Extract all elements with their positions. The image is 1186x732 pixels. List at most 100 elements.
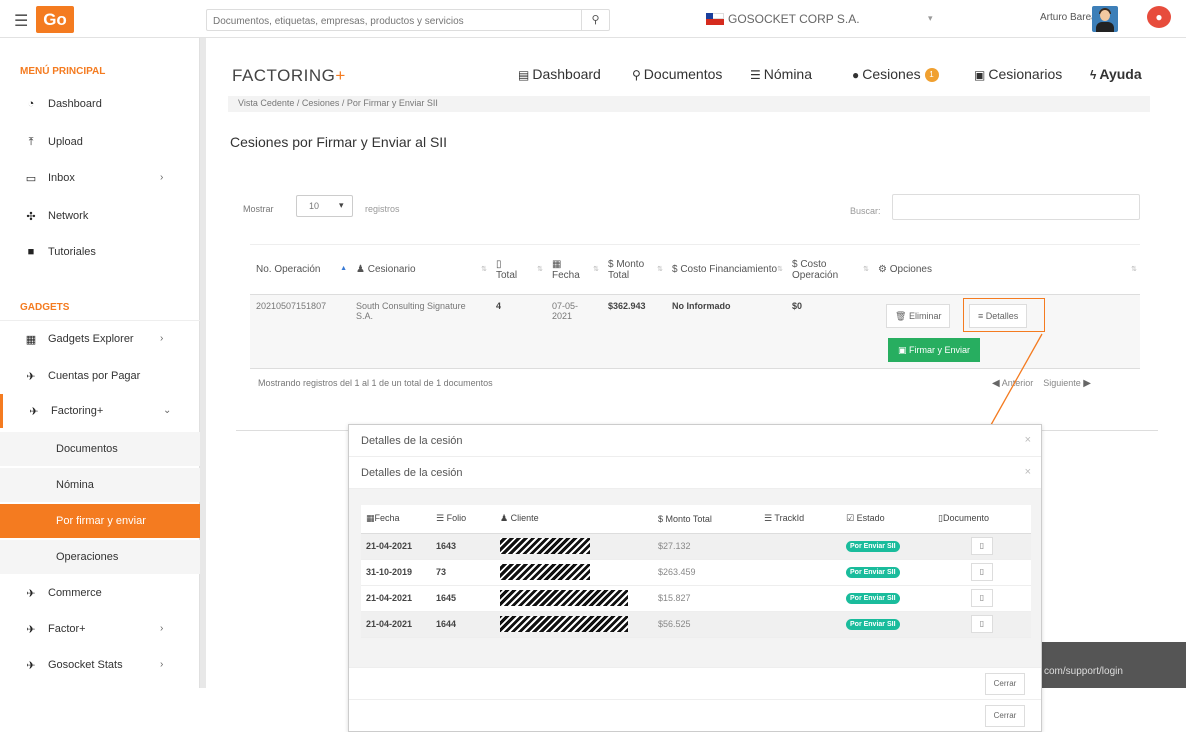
sidebar-item-factor[interactable]: ✈ Factor+ › xyxy=(0,612,200,646)
chevron-down-icon: ⌄ xyxy=(163,405,172,416)
modal-body: ▦Fecha ☰ Folio ♟ Cliente $ Monto Total ☰… xyxy=(349,489,1041,667)
list-icon: ☰ xyxy=(750,68,761,82)
nav-nomina[interactable]: ☰ Nómina xyxy=(750,66,812,82)
divider xyxy=(0,320,200,321)
check-circle-icon: ● xyxy=(852,68,860,82)
col-header[interactable]: $ Costo Operación ⇅ xyxy=(786,244,872,295)
document-icon[interactable]: ▯ xyxy=(971,589,993,607)
rocket-icon: ✈ xyxy=(26,624,36,636)
top-bar: ☰ Go ⚲ GOSOCKET CORP S.A. ▾ Arturo Barea… xyxy=(0,0,1186,38)
sidebar-item-network[interactable]: ✣ Network xyxy=(0,199,200,233)
sidebar-subitem-documentos[interactable]: Documentos xyxy=(0,432,200,466)
chile-flag-icon xyxy=(706,13,724,25)
col-header: ☑ Estado xyxy=(841,505,933,534)
sidebar-scrollbar[interactable] xyxy=(200,38,206,688)
sidebar-item-tutoriales[interactable]: ■ Tutoriales xyxy=(0,235,200,269)
table-row: 21-04-2021 1643 $27.132 Por Enviar SII ▯ xyxy=(361,533,1031,560)
table-info: Mostrando registros del 1 al 1 de un tot… xyxy=(258,378,493,388)
menu-icon[interactable]: ☰ xyxy=(14,11,28,31)
nav-ayuda[interactable]: ϟ Ayuda xyxy=(1090,66,1142,82)
sidebar-item-cuentas-por-pagar[interactable]: ✈ Cuentas por Pagar xyxy=(0,359,200,393)
redacted-client xyxy=(495,559,653,586)
network-icon: ✣ xyxy=(26,211,36,223)
filter-input[interactable] xyxy=(892,194,1140,220)
logo[interactable]: Go xyxy=(36,6,74,33)
sidebar-item-inbox[interactable]: ▭ Inbox › xyxy=(0,161,200,195)
filter-label: Buscar: xyxy=(850,206,881,216)
sidebar-item-dashboard[interactable]: ◔ Dashboard xyxy=(0,87,200,121)
nav-cesiones[interactable]: ● Cesiones 1 xyxy=(852,66,939,83)
firmar-enviar-button[interactable]: ▣ Firmar y Enviar xyxy=(888,338,981,362)
length-label: Mostrar xyxy=(243,204,274,214)
search-input[interactable] xyxy=(213,13,583,29)
modal-title: Detalles de la cesión xyxy=(361,467,463,479)
table-row: 31-10-2019 73 $263.459 Por Enviar SII ▯ xyxy=(361,559,1031,586)
sidebar-item-label: Network xyxy=(48,210,89,222)
col-header[interactable]: No. Operación ▲ xyxy=(250,244,350,295)
sidebar-item-gosocket-stats[interactable]: ✈ Gosocket Stats › xyxy=(0,648,200,682)
sidebar-item-gadgets-explorer[interactable]: ▦ Gadgets Explorer › xyxy=(0,322,200,356)
avatar[interactable] xyxy=(1092,6,1118,32)
rocket-icon: ✈ xyxy=(26,588,36,600)
rocket-icon: ✈ xyxy=(26,371,36,383)
highlight-annotation xyxy=(963,298,1045,332)
sidebar-item-label: Upload xyxy=(48,136,83,148)
document-icon[interactable]: ▯ xyxy=(971,537,993,555)
section-title: Cesiones por Firmar y Enviar al SII xyxy=(230,134,448,150)
search-icon[interactable]: ⚲ xyxy=(581,10,609,30)
sidebar-item-label: Gosocket Stats xyxy=(48,659,123,671)
col-header[interactable]: $ Monto Total ⇅ xyxy=(602,244,666,295)
page-length-select[interactable]: 10 ▾ xyxy=(296,195,353,217)
grid-icon: ▦ xyxy=(25,334,37,346)
col-header[interactable]: ♟ Cesionario ⇅ xyxy=(350,244,490,295)
sidebar-item-label: Cuentas por Pagar xyxy=(48,370,141,382)
col-header[interactable]: ▯ Total ⇅ xyxy=(490,244,546,295)
modal-header: Detalles de la cesión × xyxy=(349,425,1041,457)
breadcrumb-text[interactable]: Vista Cedente / Cesiones / Por Firmar y … xyxy=(238,98,438,108)
dark-tooltip-box: com/support/login xyxy=(1040,642,1186,688)
nav-dashboard[interactable]: ▤ Dashboard xyxy=(518,66,601,82)
support-url[interactable]: com/support/login xyxy=(1044,666,1123,677)
notification-badge: 1 xyxy=(924,68,939,83)
sidebar-item-label: Tutoriales xyxy=(48,246,96,258)
close-icon[interactable]: × xyxy=(1025,434,1031,446)
caret-down-icon: ▾ xyxy=(928,13,933,23)
sidebar-subitem-nomina[interactable]: Nómina xyxy=(0,468,200,502)
sidebar: MENÚ PRINCIPAL ◔ Dashboard ⤒ Upload ▭ In… xyxy=(0,38,200,688)
sidebar-item-commerce[interactable]: ✈ Commerce xyxy=(0,576,200,610)
document-icon[interactable]: ▯ xyxy=(971,615,993,633)
status-badge: Por Enviar SII xyxy=(846,593,900,604)
prev-icon[interactable]: ◀ xyxy=(992,378,1000,389)
prev-button[interactable]: Anterior xyxy=(1002,378,1034,388)
company-selector[interactable]: GOSOCKET CORP S.A. ▾ xyxy=(706,10,946,30)
eliminar-button[interactable]: 🗑 Eliminar xyxy=(886,304,951,328)
col-header[interactable]: ⚙ Opciones ⇅ xyxy=(872,244,1140,295)
nav-documentos[interactable]: ⚲ Documentos xyxy=(632,66,722,82)
close-icon[interactable]: × xyxy=(1025,466,1031,478)
search-box: ⚲ xyxy=(206,9,610,31)
col-header: ▯Documento xyxy=(933,505,1031,534)
next-icon[interactable]: ▶ xyxy=(1083,378,1091,389)
sidebar-subitem-por-firmar[interactable]: Por firmar y enviar xyxy=(0,504,200,538)
chevron-right-icon: › xyxy=(160,172,164,183)
col-header[interactable]: ▦ Fecha ⇅ xyxy=(546,244,602,295)
search-icon: ⚲ xyxy=(632,68,641,82)
breadcrumb: Vista Cedente / Cesiones / Por Firmar y … xyxy=(228,96,1150,112)
status-badge: Por Enviar SII xyxy=(846,567,900,578)
next-button[interactable]: Siguiente xyxy=(1043,378,1081,388)
sidebar-subitem-operaciones[interactable]: Operaciones xyxy=(0,540,200,574)
sidebar-item-factoring[interactable]: ✈ Factoring+ ⌄ xyxy=(0,394,200,428)
chat-icon[interactable]: ● xyxy=(1147,6,1171,28)
page-title: FACTORING+ xyxy=(232,66,346,85)
cerrar-button[interactable]: Cerrar xyxy=(985,705,1025,727)
nav-cesionarios[interactable]: ▣ Cesionarios xyxy=(974,66,1062,82)
user-name[interactable]: Arturo Barea xyxy=(1040,12,1097,23)
sidebar-item-label: Documentos xyxy=(56,443,118,455)
cerrar-button[interactable]: Cerrar xyxy=(985,673,1025,695)
col-header[interactable]: $ Costo Financiamiento ⇅ xyxy=(666,244,786,295)
sidebar-item-upload[interactable]: ⤒ Upload xyxy=(0,125,200,159)
col-header: ▦Fecha xyxy=(361,505,431,534)
col-header: ☰ TrackId xyxy=(759,505,841,534)
sidebar-item-label: Factoring+ xyxy=(51,405,104,417)
document-icon[interactable]: ▯ xyxy=(971,563,993,581)
